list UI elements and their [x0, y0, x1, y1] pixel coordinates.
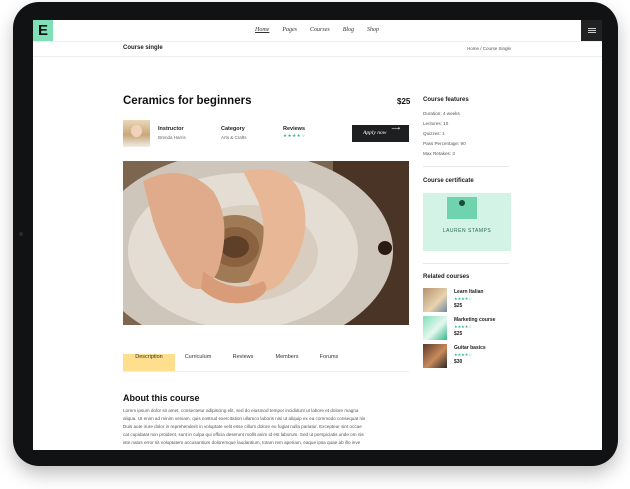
hamburger-line	[588, 30, 596, 31]
nav-home[interactable]: Home	[255, 20, 269, 41]
about-title: About this course	[123, 393, 200, 403]
related-course-price: $25	[454, 331, 463, 337]
nav-pages[interactable]: Pages	[282, 20, 297, 41]
related-course-name[interactable]: Learn Italian	[454, 289, 483, 295]
course-certificate-title: Course certificate	[423, 178, 474, 184]
reviews-stars: ★★★★☆	[283, 134, 306, 139]
category-value[interactable]: Arts & Crafts	[221, 135, 247, 140]
arrow-right-icon: ⟶	[391, 125, 400, 132]
related-course-name[interactable]: Marketing course	[454, 317, 495, 323]
main-nav: Home Pages Courses Blog Shop	[255, 20, 392, 41]
tab-members[interactable]: Members	[265, 354, 309, 371]
reviews-label: Reviews	[283, 126, 306, 132]
hamburger-line	[588, 32, 596, 33]
course-price: $25	[397, 97, 411, 106]
related-course-thumb[interactable]	[423, 344, 447, 368]
nav-blog[interactable]: Blog	[343, 20, 354, 41]
related-course-stars: ★★★★☆	[454, 352, 472, 357]
screen: E Home Pages Courses Blog Shop Course si…	[33, 20, 602, 450]
related-courses-title: Related courses	[423, 274, 470, 280]
camera-dot	[19, 232, 23, 236]
feature-lectures: Lectures: 10	[423, 121, 449, 126]
breadcrumb[interactable]: Home / Course Single	[467, 46, 511, 51]
breadcrumb-bar: Course single Home / Course Single	[33, 41, 602, 57]
certificate-image[interactable]: LAUREN STAMPS	[423, 193, 511, 251]
certificate-seal-icon	[459, 200, 465, 206]
course-tabs: Description Curriculum Reviews Members F…	[123, 354, 409, 372]
related-course-price: $30	[454, 359, 463, 365]
related-course-stars: ★★★★☆	[454, 324, 472, 329]
feature-max-retakes: Max Retakes: 3	[423, 151, 455, 156]
feature-pass-percentage: Pass Percentage: 90	[423, 141, 466, 146]
hamburger-menu-button[interactable]	[581, 20, 602, 41]
about-text-line: cat cupidatat non proident, sunt in culp…	[123, 432, 364, 437]
hamburger-line	[588, 28, 596, 29]
pottery-wheel-illustration	[123, 161, 409, 325]
certificate-name: LAUREN STAMPS	[442, 228, 492, 234]
feature-quizzes: Quizzes: 1	[423, 131, 445, 136]
related-course-stars: ★★★★☆	[454, 296, 472, 301]
instructor-name[interactable]: Brenda Harris	[158, 135, 186, 140]
about-text-line: aliqua. Ut enim ad minim veniam, quis no…	[123, 416, 366, 421]
instructor-avatar	[123, 120, 150, 147]
related-course-name[interactable]: Guitar basics	[454, 345, 486, 351]
page-title: Course single	[123, 45, 163, 51]
tab-forums[interactable]: Forums	[309, 354, 349, 371]
instructor-label: Instructor	[158, 126, 184, 132]
feature-duration: Duration: 4 weeks	[423, 111, 460, 116]
sidebar-divider	[423, 263, 509, 264]
course-hero-image	[123, 161, 409, 325]
nav-courses[interactable]: Courses	[310, 20, 330, 41]
course-title: Ceramics for beginners	[123, 95, 252, 107]
about-text-line: Duis aute irure dolor in reprehenderit i…	[123, 424, 362, 429]
related-course-thumb[interactable]	[423, 288, 447, 312]
nav-shop[interactable]: Shop	[367, 20, 379, 41]
logo[interactable]: E	[33, 20, 53, 41]
course-features-title: Course features	[423, 97, 469, 103]
about-text-line: iste natus error sit voluptatem accusant…	[123, 440, 361, 445]
category-label: Category	[221, 126, 245, 132]
top-navbar: E Home Pages Courses Blog Shop	[33, 20, 602, 41]
tab-reviews[interactable]: Reviews	[221, 354, 265, 371]
sidebar-divider	[423, 166, 509, 167]
related-course-price: $25	[454, 303, 463, 309]
about-text-line: Lorem ipsum dolor sit amet, consectetur …	[123, 408, 359, 413]
tab-curriculum[interactable]: Curriculum	[175, 354, 221, 371]
tab-description[interactable]: Description	[123, 354, 175, 371]
apply-now-label: Apply now	[363, 130, 387, 136]
apply-now-button[interactable]: Apply now ⟶	[352, 125, 409, 142]
related-course-thumb[interactable]	[423, 316, 447, 340]
